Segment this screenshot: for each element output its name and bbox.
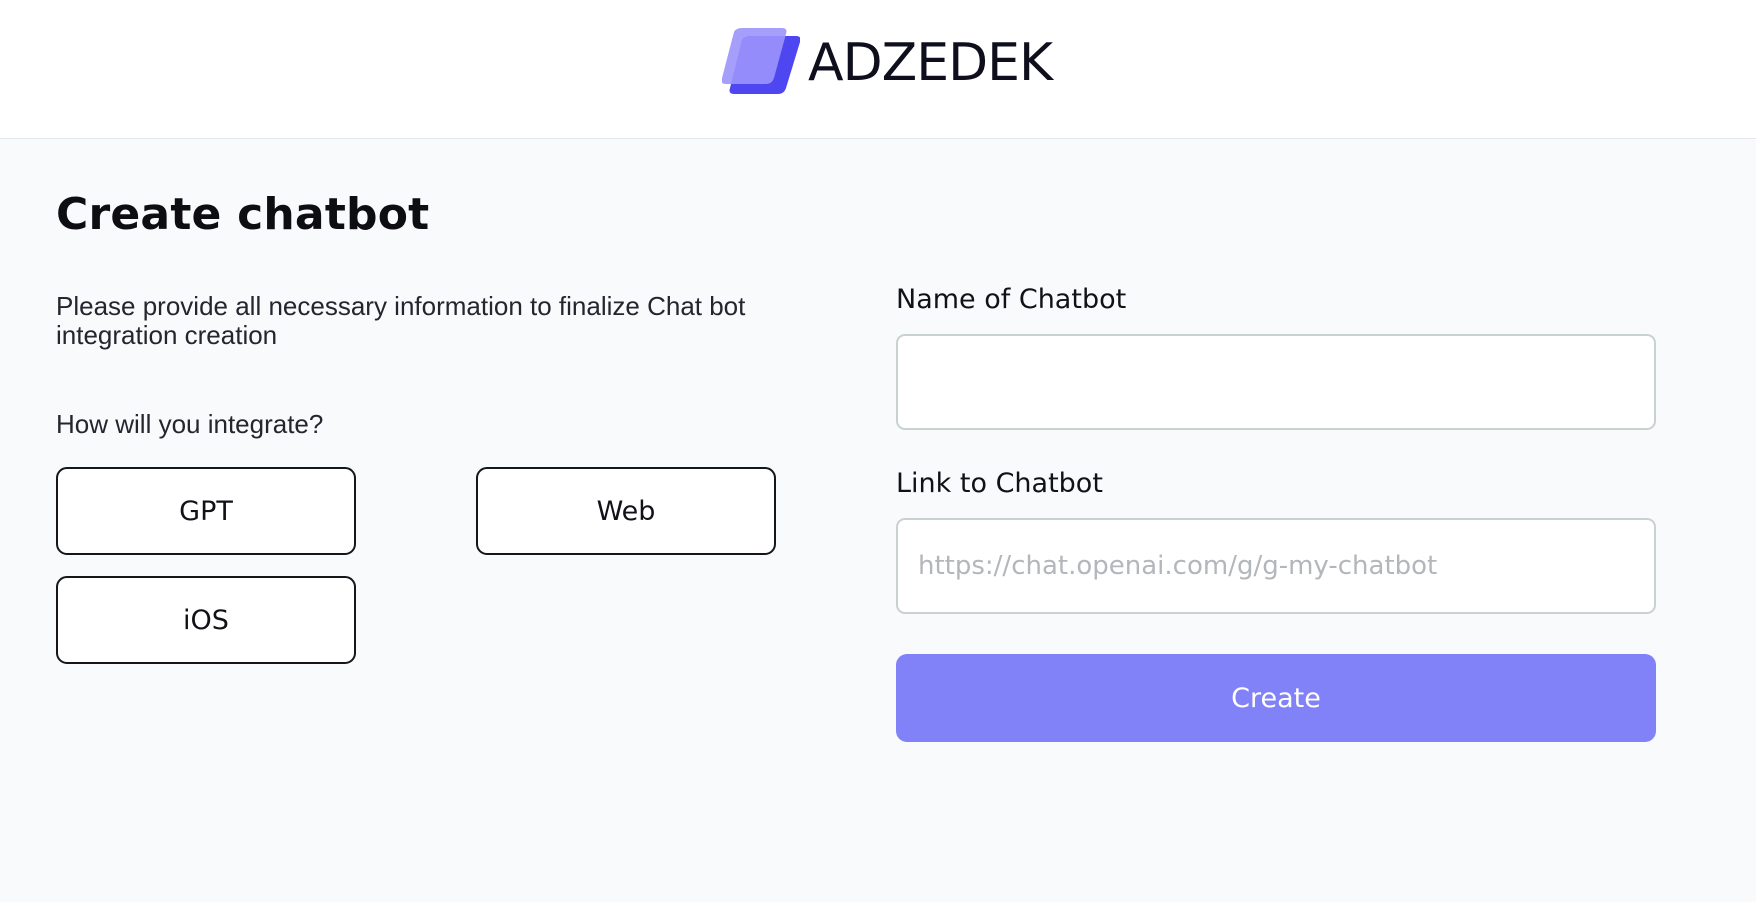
integration-option-gpt[interactable]: GPT — [56, 467, 356, 555]
integration-question: How will you integrate? — [56, 409, 324, 439]
chatbot-name-input[interactable] — [896, 334, 1656, 430]
brand-logo[interactable]: ADZEDEK — [721, 28, 1053, 98]
brand-name: ADZEDEK — [808, 33, 1053, 93]
create-button[interactable]: Create — [896, 654, 1656, 742]
page-title: Create chatbot — [56, 189, 430, 240]
chatbot-link-label: Link to Chatbot — [896, 468, 1103, 499]
integration-option-ios[interactable]: iOS — [56, 576, 356, 664]
intro-text: Please provide all necessary information… — [56, 291, 746, 350]
chatbot-name-label: Name of Chatbot — [896, 284, 1127, 315]
adzedek-logo-icon — [721, 28, 801, 98]
chatbot-link-input[interactable] — [896, 518, 1656, 614]
integration-option-web[interactable]: Web — [476, 467, 776, 555]
top-bar: ADZEDEK — [0, 0, 1756, 139]
